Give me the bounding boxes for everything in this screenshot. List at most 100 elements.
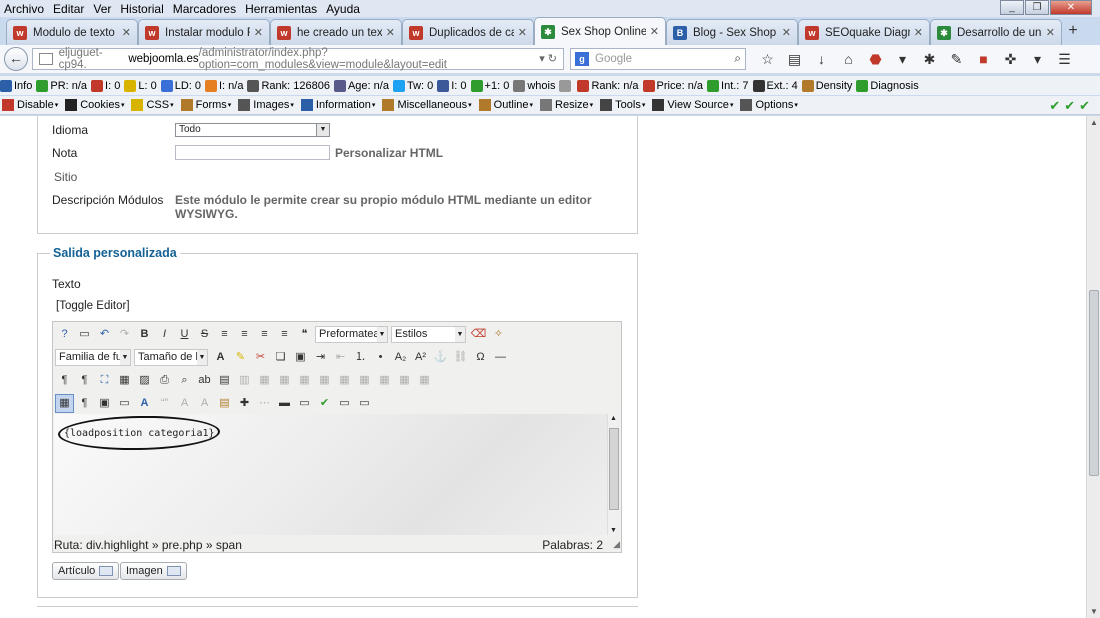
scroll-up-icon[interactable]: ▲ <box>1090 118 1098 127</box>
menu-item[interactable]: Editar <box>49 2 89 16</box>
seo-metric[interactable]: L: 0 <box>124 79 157 92</box>
preview-icon[interactable]: ▦ <box>115 371 134 390</box>
scroll-up-icon[interactable]: ▲ <box>610 415 617 422</box>
devtools-menu[interactable]: CSS ▾ <box>129 99 174 111</box>
insert-image-icon[interactable]: ▭ <box>115 394 134 413</box>
bold-icon[interactable]: B <box>135 325 154 344</box>
unlink-icon[interactable]: ⛓ <box>451 348 470 367</box>
scroll-down-icon[interactable]: ▼ <box>1090 607 1098 616</box>
extension-icon-2[interactable]: ✜ <box>997 51 1024 68</box>
menu-item[interactable]: Herramientas <box>241 2 322 16</box>
maximize-button[interactable]: ❐ <box>1025 0 1049 15</box>
menu-item[interactable]: Ayuda <box>322 2 365 16</box>
page-break-icon[interactable]: ▭ <box>355 394 374 413</box>
ordered-list-icon[interactable]: ⒈ <box>351 348 370 367</box>
layer-icon[interactable]: ▥ <box>235 371 254 390</box>
acronym-icon[interactable]: A <box>195 394 214 413</box>
cut-icon[interactable]: ✂ <box>251 348 270 367</box>
new-tab-icon[interactable]: + <box>1062 22 1084 40</box>
extension-icon[interactable]: ■ <box>970 51 997 68</box>
insert-layer-icon[interactable]: ▤ <box>215 371 234 390</box>
seo-metric[interactable]: Age: n/a <box>333 79 389 92</box>
devtools-menu[interactable]: Images ▾ <box>236 99 294 111</box>
print-icon[interactable]: ⎙ <box>155 371 174 390</box>
font-family-select[interactable]: Familia de fuente▼ <box>55 348 131 366</box>
insert-media-icon[interactable]: ▤ <box>215 394 234 413</box>
seo-metric[interactable]: Density <box>801 79 852 92</box>
dropdown-icon[interactable]: ▾ <box>889 51 916 68</box>
browser-tab[interactable]: w he creado un text... ✕ <box>270 19 402 45</box>
url-bar[interactable]: eljuguet-cp94. webjoomla.es/administrator… <box>32 47 564 71</box>
omega-icon[interactable]: Ω <box>471 348 490 367</box>
seo-metric[interactable]: Ext.: 4 <box>752 79 798 92</box>
close-tab-icon[interactable]: ✕ <box>782 26 791 39</box>
help-icon[interactable]: ? <box>55 325 74 344</box>
resize-handle-icon[interactable]: ◢ <box>613 539 620 550</box>
adblock-icon[interactable]: ⬣ <box>862 51 889 68</box>
format-select[interactable]: Preformateado ▼ <box>315 325 388 343</box>
nonbreaking-icon[interactable]: ⋯ <box>255 394 274 413</box>
article-button[interactable]: Artículo <box>52 562 120 580</box>
seo-metric[interactable]: I: n/a <box>205 79 243 92</box>
page-scroll-thumb[interactable] <box>1089 290 1099 476</box>
browser-tab[interactable]: w Modulo de texto ... ✕ <box>6 19 138 45</box>
abbr-icon[interactable]: A <box>175 394 194 413</box>
browser-tab[interactable]: w SEOquake Diagnosis -... ✕ <box>798 19 930 45</box>
horizontal-rule-icon[interactable]: — <box>491 348 510 367</box>
eraser-icon[interactable]: ⌫ <box>469 325 488 344</box>
downloads-icon[interactable]: ↓ <box>808 51 835 68</box>
seo-metric[interactable]: whois <box>513 79 555 92</box>
seo-metric[interactable]: +1: 0 <box>470 79 509 92</box>
strikethrough-icon[interactable]: S <box>195 325 214 344</box>
ltr-icon[interactable]: ¶ <box>55 371 74 390</box>
devtools-menu[interactable]: Options ▾ <box>738 99 798 111</box>
more-icon[interactable]: ▾ <box>1024 51 1051 68</box>
seo-metric[interactable]: LD: 0 <box>160 79 201 92</box>
replace-icon[interactable]: ab <box>195 371 214 390</box>
editor-content-area[interactable]: {loadposition categoria1} <box>54 414 608 535</box>
hr-insert-icon[interactable]: ▭ <box>335 394 354 413</box>
cleanup-icon[interactable]: ✧ <box>489 325 508 344</box>
link-icon[interactable]: ▬ <box>275 394 294 413</box>
close-tab-icon[interactable]: ✕ <box>914 26 923 39</box>
col-insert-icon[interactable]: ▦ <box>355 371 374 390</box>
close-tab-icon[interactable]: ✕ <box>254 26 263 39</box>
visual-aid-icon[interactable]: ▦ <box>55 393 74 413</box>
new-document-icon[interactable]: ▭ <box>75 325 94 344</box>
image-button[interactable]: Imagen <box>120 562 187 580</box>
fullscreen-icon[interactable]: ⛶ <box>95 371 114 390</box>
close-tab-icon[interactable]: ✕ <box>1046 26 1055 39</box>
unordered-list-icon[interactable]: • <box>371 348 390 367</box>
indent-icon[interactable]: ⇥ <box>311 348 330 367</box>
underline-icon[interactable]: U <box>175 325 194 344</box>
col-delete-icon[interactable]: ▦ <box>375 371 394 390</box>
home-icon[interactable]: ⌂ <box>835 51 862 68</box>
search-engine-icon[interactable]: g <box>575 52 589 66</box>
close-tab-icon[interactable]: ✕ <box>122 26 131 39</box>
devtools-menu[interactable]: Resize ▾ <box>538 99 593 111</box>
seo-metric[interactable]: Int.: 7 <box>707 79 749 92</box>
devtools-menu[interactable]: Disable ▾ <box>0 99 58 111</box>
blockquote-icon[interactable]: ❝ <box>295 325 314 344</box>
browser-tab[interactable]: B Blog - Sex Shop O... ✕ <box>666 19 798 45</box>
anchor-icon[interactable]: ⚓ <box>431 348 450 367</box>
align-right-icon[interactable]: ≡ <box>255 325 274 344</box>
show-blocks-icon[interactable]: ¶ <box>75 394 94 413</box>
superscript-icon[interactable]: A² <box>411 348 430 367</box>
seo-metric[interactable] <box>559 79 573 92</box>
path-value[interactable]: div.highlight » pre.php » span <box>86 538 242 552</box>
extension-gear-icon[interactable]: ✱ <box>916 51 943 68</box>
spellcheck-icon[interactable]: A <box>135 394 154 413</box>
template-icon[interactable]: ▨ <box>135 371 154 390</box>
nota-input[interactable] <box>175 145 330 160</box>
devtools-menu[interactable]: Miscellaneous ▾ <box>380 99 472 111</box>
italic-icon[interactable]: I <box>155 325 174 344</box>
merge-cells-icon[interactable]: ▦ <box>395 371 414 390</box>
browser-tab[interactable]: ✱ Desarrollo de un ... ✕ <box>930 19 1062 45</box>
devtools-menu[interactable]: Cookies ▾ <box>63 99 124 111</box>
bookmarks-list-icon[interactable]: ▤ <box>781 51 808 68</box>
seo-metric[interactable]: I: 0 <box>91 79 120 92</box>
font-size-select[interactable]: Tamaño de la fuente▼ <box>134 348 208 366</box>
find-icon[interactable]: ⌕ <box>175 371 194 390</box>
image-manager-icon[interactable]: ▭ <box>295 394 314 413</box>
